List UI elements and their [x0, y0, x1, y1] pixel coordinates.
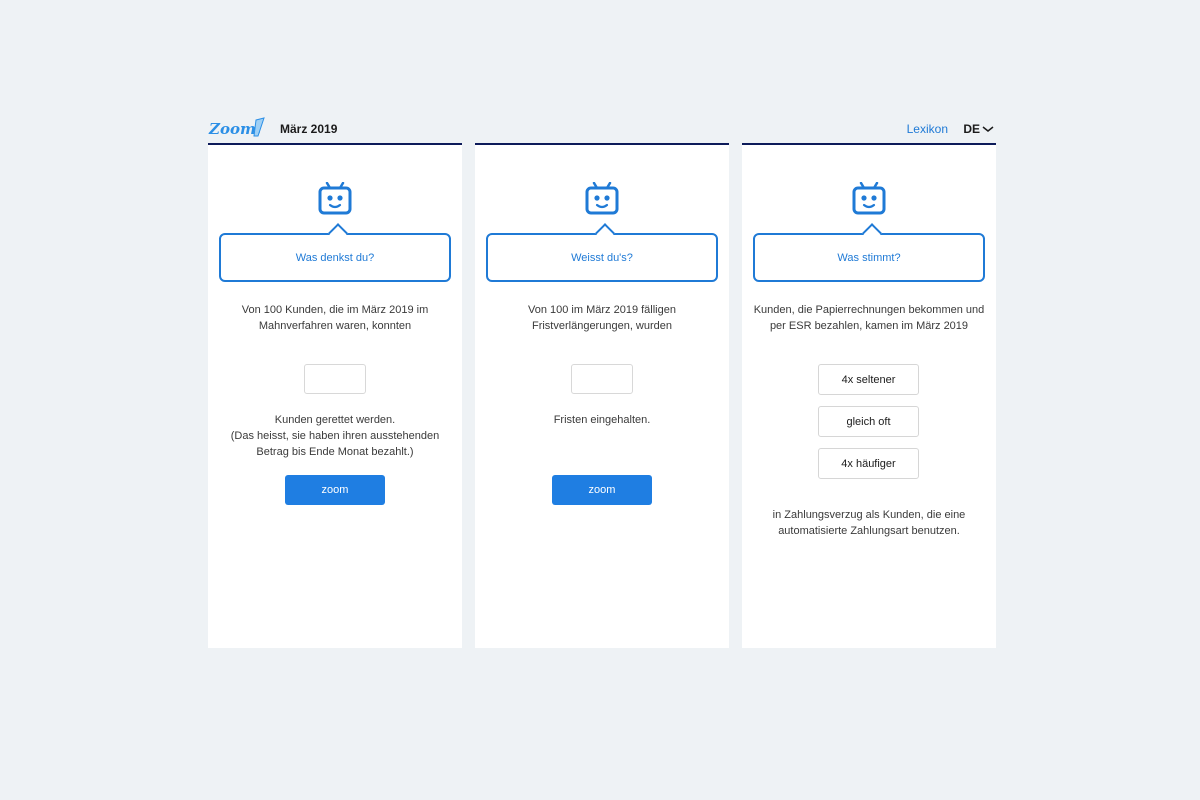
- option-button-gleich-oft[interactable]: gleich oft: [818, 406, 919, 437]
- language-selector[interactable]: DE: [963, 122, 994, 136]
- speech-bubble: Was denkst du?: [219, 223, 451, 282]
- quiz-card: Weisst du's? Von 100 im März 2019 fällig…: [475, 143, 729, 648]
- bubble-text: Weisst du's?: [571, 251, 633, 264]
- quiz-card: Was denkst du? Von 100 Kunden, die im Mä…: [208, 143, 462, 648]
- answer-suffix-text: Fristen eingehalten.: [553, 414, 651, 426]
- header: Zoom! März 2019 Lexikon DE: [208, 114, 996, 144]
- language-label: DE: [963, 122, 980, 136]
- robot-icon: [585, 182, 619, 215]
- option-button-seltener[interactable]: 4x seltener: [818, 364, 919, 395]
- speech-bubble: Weisst du's?: [486, 223, 718, 282]
- option-button-haeufiger[interactable]: 4x häufiger: [818, 448, 919, 479]
- zoom-button[interactable]: zoom: [552, 475, 652, 505]
- answer-suffix-text: Kunden gerettet werden. (Das heisst, sie…: [230, 414, 440, 458]
- bubble-text: Was stimmt?: [837, 251, 901, 264]
- zoom-button[interactable]: zoom: [285, 475, 385, 505]
- question-text: Kunden, die Papierrechnungen bekommen un…: [753, 304, 985, 332]
- chevron-down-icon: [982, 126, 994, 132]
- speech-bubble: Was stimmt?: [753, 223, 985, 282]
- zoom-logo[interactable]: Zoom!: [208, 116, 268, 140]
- question-text: Von 100 im März 2019 fälligen Fristverlä…: [528, 304, 676, 332]
- quiz-cards: Was denkst du? Von 100 Kunden, die im Mä…: [208, 143, 996, 648]
- answer-input[interactable]: [304, 364, 366, 394]
- robot-icon: [318, 182, 352, 215]
- answer-suffix-text: in Zahlungsverzug als Kunden, die eine a…: [772, 509, 966, 537]
- bubble-text: Was denkst du?: [295, 251, 375, 264]
- answer-input[interactable]: [571, 364, 633, 394]
- page-title: März 2019: [280, 122, 338, 136]
- robot-icon: [852, 182, 886, 215]
- question-text: Von 100 Kunden, die im März 2019 im Mahn…: [241, 304, 429, 332]
- lexikon-link[interactable]: Lexikon: [907, 122, 948, 136]
- quiz-card: Was stimmt? Kunden, die Papierrechnungen…: [742, 143, 996, 648]
